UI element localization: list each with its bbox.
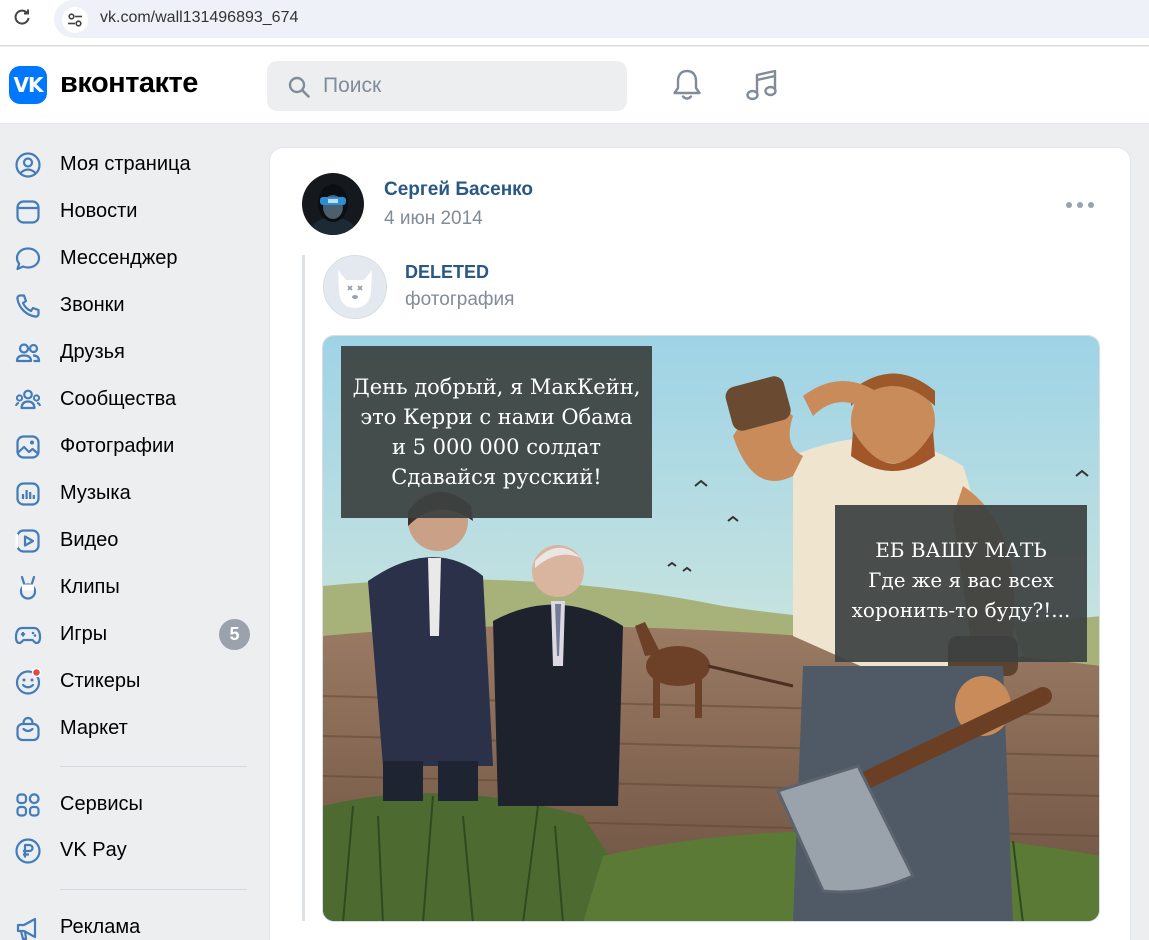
reload-icon[interactable] [12,7,32,27]
more-horizontal-icon[interactable] [1066,198,1096,212]
nav-item-ads[interactable]: Реклама [0,907,260,940]
caption-line: День добрый, я МакКейн, [352,375,641,399]
address-bar[interactable]: vk.com/wall131496893_674 [54,0,1149,38]
community-icon [15,389,41,410]
nav-label: VK Pay [60,839,127,861]
nav-item-services[interactable]: Сервисы [0,784,260,824]
phone-icon [16,294,40,318]
megaphone-icon [16,917,37,940]
caption-line: ЕБ ВАШУ МАТЬ [875,538,1047,562]
nav-item-clips[interactable]: Клипы [0,567,260,607]
nav-item-video[interactable]: Видео [0,520,260,560]
meme-caption-top: День добрый, я МакКейн, это Керри с нами… [341,346,652,518]
nav-label: Реклама [60,916,141,938]
deleted-dog-icon[interactable] [323,255,387,319]
grid-icon [16,793,40,817]
gamepad-icon [14,626,42,645]
ruble-icon [15,838,41,864]
top-header: VK вконтакте [0,47,1149,124]
nav-label: Новости [60,200,138,222]
caption-line: Сдавайся русский! [391,465,602,489]
logo-text[interactable]: вконтакте [60,67,198,100]
browser-toolbar: vk.com/wall131496893_674 [0,0,1149,46]
nav-item-market[interactable]: Маркет [0,708,260,748]
repost-subtitle: фотография [405,289,515,310]
nav-label: Мессенджер [60,247,178,269]
nav-item-stickers[interactable]: Стикеры [0,661,260,701]
search-box[interactable] [267,61,627,111]
user-circle-icon [15,152,41,178]
caption-line: это Керри с нами Обама [360,405,633,429]
search-input[interactable] [323,73,613,99]
nav-item-music[interactable]: Музыка [0,473,260,513]
post-author[interactable]: Сергей Басенко [384,179,533,201]
clips-icon [19,575,37,600]
search-icon [288,76,310,98]
meme-caption-right: ЕБ ВАШУ МАТЬ Где же я вас всех хоронить-… [835,505,1087,662]
games-counter-badge: 5 [219,619,250,650]
author-avatar[interactable] [302,173,364,235]
nav-item-messenger[interactable]: Мессенджер [0,238,260,278]
tune-icon[interactable] [62,7,88,33]
message-bubble-icon [15,247,41,271]
nav-label: Фотографии [60,435,175,457]
nav-item-calls[interactable]: Звонки [0,285,260,325]
nav-item-news[interactable]: Новости [0,191,260,231]
vk-logo[interactable]: VK [9,66,47,104]
nav-label: Друзья [60,341,125,363]
bell-icon[interactable] [670,67,704,103]
caption-line: Где же я вас всех [868,568,1054,592]
post-date[interactable]: 4 июн 2014 [384,208,483,230]
logo-mark: VK [13,73,44,97]
nav-item-communities[interactable]: Сообщества [0,379,260,419]
url-text[interactable]: vk.com/wall131496893_674 [100,9,298,27]
nav-item-my-page[interactable]: Моя страница [0,144,260,184]
repost-bar [302,255,305,921]
video-play-icon [15,529,40,553]
wall-post: Сергей Басенко 4 июн 2014 DELETED фотогр… [269,147,1131,940]
nav-label: Клипы [60,576,120,598]
caption-line: хоронить-то буду?!... [851,598,1071,622]
nav-label: Музыка [60,482,131,504]
nav-label: Сервисы [60,793,143,815]
nav-divider [60,889,247,890]
nav-divider [60,766,247,767]
nav-item-vk-pay[interactable]: VK Pay [0,830,260,870]
nav-label: Звонки [60,294,125,316]
nav-label: Маркет [60,717,128,739]
nav-label: Моя страница [60,153,191,175]
smile-icon [15,668,42,695]
users-icon [15,343,41,363]
caption-line: и 5 000 000 солдат [391,435,602,459]
nav-item-photos[interactable]: Фотографии [0,426,260,466]
newspaper-icon [16,200,40,224]
picture-icon [16,435,40,459]
shopping-bag-icon [16,716,40,742]
music-bars-icon [16,482,40,506]
music-note-icon[interactable] [744,67,780,103]
nav-label: Видео [60,529,119,551]
nav-label: Игры [60,623,108,645]
post-photo[interactable]: День добрый, я МакКейн, это Керри с нами… [322,335,1100,922]
nav-label: Сообщества [60,388,177,410]
repost-author[interactable]: DELETED [405,262,489,283]
nav-label: Стикеры [60,670,141,692]
nav-item-friends[interactable]: Друзья [0,332,260,372]
nav-item-games[interactable]: Игры 5 [0,614,260,654]
